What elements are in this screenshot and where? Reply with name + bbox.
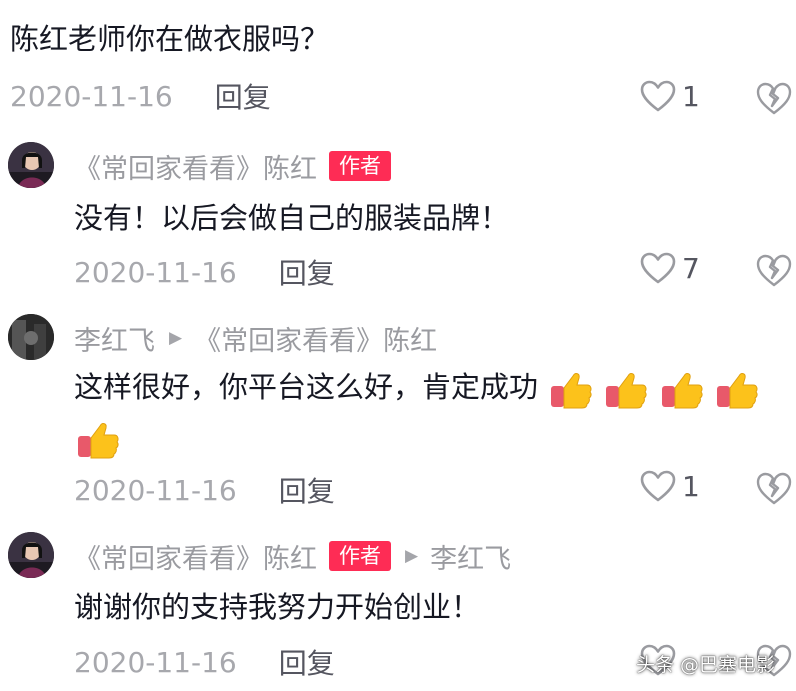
- thumbs-up-emoji: [716, 373, 758, 409]
- broken-heart-icon[interactable]: [756, 470, 792, 506]
- like-button[interactable]: 7: [640, 248, 700, 288]
- broken-heart-icon[interactable]: [756, 252, 792, 288]
- heart-icon: [640, 252, 676, 284]
- comment-meta: 2020-11-16 回复: [10, 76, 271, 116]
- reply-button[interactable]: 回复: [279, 470, 335, 510]
- heart-icon: [640, 470, 676, 502]
- heart-icon: [640, 80, 676, 112]
- comment-text: 谢谢你的支持我努力开始创业！: [74, 590, 481, 624]
- reply-to-name[interactable]: 李红飞: [430, 537, 511, 576]
- author-badge: 作者: [329, 151, 391, 181]
- thumbs-up-emoji: [551, 373, 592, 409]
- like-count: 1: [682, 469, 700, 503]
- avatar[interactable]: [8, 142, 54, 188]
- avatar[interactable]: [8, 532, 54, 578]
- comment-meta: 2020-11-16 回复: [74, 470, 335, 510]
- thumbs-up-emoji: [78, 423, 119, 459]
- thumbs-up-emoji: [661, 373, 703, 409]
- like-count: 1: [682, 79, 700, 113]
- comment-text: 没有！以后会做自己的服装品牌！: [74, 201, 510, 235]
- author-badge: 作者: [329, 541, 391, 571]
- broken-heart-icon[interactable]: [756, 80, 792, 116]
- comment-date: 2020-11-16: [10, 79, 173, 113]
- thumbs-up-emoji: [606, 373, 648, 409]
- reply-to-name[interactable]: 《常回家看看》陈红: [194, 319, 437, 358]
- author-line: 《常回家看看》陈红 作者: [74, 147, 391, 186]
- comment-meta: 2020-11-16 回复: [74, 642, 335, 682]
- comment-text: 这样很好，你平台这么好，肯定成功: [74, 362, 782, 462]
- like-button[interactable]: 1: [640, 466, 700, 506]
- watermark: 头条 @巴塞电影: [636, 653, 776, 676]
- reply-button[interactable]: 回复: [279, 252, 335, 292]
- comment-meta: 2020-11-16 回复: [74, 252, 335, 292]
- comment-date: 2020-11-16: [74, 473, 237, 507]
- author-line: 李红飞 ▶ 《常回家看看》陈红: [74, 319, 437, 358]
- play-arrow-icon: ▶: [405, 546, 419, 566]
- like-count: 7: [682, 251, 700, 285]
- comment-text-body: 这样很好，你平台这么好，肯定成功: [74, 370, 539, 404]
- comment-text: 陈红老师你在做衣服吗？: [10, 22, 330, 56]
- author-name[interactable]: 李红飞: [74, 319, 155, 358]
- avatar[interactable]: [8, 314, 54, 360]
- author-name[interactable]: 《常回家看看》陈红: [74, 537, 317, 576]
- reply-button[interactable]: 回复: [279, 642, 335, 682]
- author-line: 《常回家看看》陈红 作者 ▶ 李红飞: [74, 537, 511, 576]
- author-name[interactable]: 《常回家看看》陈红: [74, 147, 317, 186]
- reply-button[interactable]: 回复: [215, 76, 271, 116]
- comment-date: 2020-11-16: [74, 645, 237, 679]
- comment-date: 2020-11-16: [74, 255, 237, 289]
- play-arrow-icon: ▶: [169, 328, 183, 348]
- like-button[interactable]: 1: [640, 76, 700, 116]
